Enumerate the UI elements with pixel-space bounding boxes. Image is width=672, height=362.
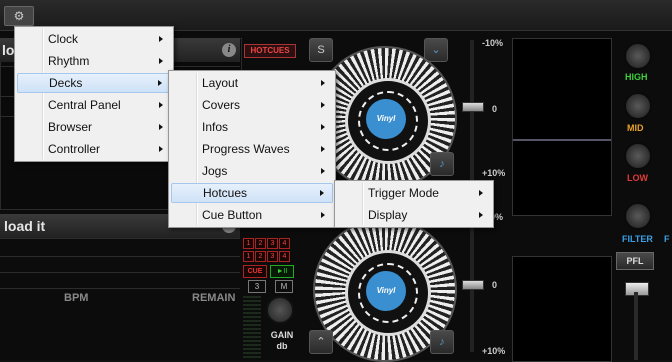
submenu-arrow-icon [479, 190, 483, 196]
page-3-button[interactable]: 3 [248, 280, 266, 293]
submenu-arrow-icon [159, 124, 163, 130]
menu-item-display[interactable]: Display [337, 205, 491, 225]
vinyl-label: Vinyl [366, 271, 406, 311]
divider [0, 256, 240, 257]
vinyl-label: Vinyl [366, 99, 406, 139]
pfl-button[interactable]: PFL [616, 252, 654, 270]
submenu-arrow-icon [159, 58, 163, 64]
eq-high-label: HIGH [625, 72, 648, 82]
divider [0, 272, 240, 273]
menu-item-decks[interactable]: Decks [17, 73, 171, 93]
submenu-arrow-icon [159, 146, 163, 152]
submenu-arrow-icon [159, 102, 163, 108]
filter-label: FILTER [622, 234, 653, 244]
filter-knob[interactable] [624, 202, 652, 230]
hotcue-button[interactable]: 2 [255, 251, 266, 262]
filter-label-2: F [664, 234, 670, 244]
pitch-zero-label: 0 [492, 104, 498, 114]
note-icon[interactable]: ♪ [430, 152, 454, 176]
hotcue-button[interactable]: 2 [255, 238, 266, 249]
submenu-arrow-icon [320, 190, 324, 196]
eq-high-knob[interactable] [624, 42, 652, 70]
play-pause-button[interactable]: ►II [270, 265, 294, 278]
submenu-arrow-icon [321, 80, 325, 86]
submenu-arrow-icon [321, 146, 325, 152]
menu-item-central-panel[interactable]: Central Panel [17, 95, 171, 115]
hotcue-button[interactable]: 4 [279, 238, 290, 249]
menu-item-layout[interactable]: Layout [171, 73, 333, 93]
pitch-slider-bottom[interactable] [462, 280, 484, 290]
gain-label: GAIN db [270, 330, 294, 351]
bpm-label: BPM [64, 292, 89, 304]
menu-item-progress-waves[interactable]: Progress Waves [171, 139, 333, 159]
menu-item-cue-button[interactable]: Cue Button [171, 205, 333, 225]
pitch-plus-label: +10% [482, 346, 506, 356]
waveform-top [512, 38, 612, 216]
menu-item-jogs[interactable]: Jogs [171, 161, 333, 181]
menu-item-clock[interactable]: Clock [17, 29, 171, 49]
pitch-plus-label: +10% [482, 168, 506, 178]
jog-center-bottom: Vinyl [345, 250, 431, 336]
submenu-arrow-icon [321, 168, 325, 174]
deck-down-button[interactable]: ⌄ [424, 38, 448, 62]
pitch-minus-label: -10% [482, 38, 504, 48]
submenu-arrow-icon [159, 36, 163, 42]
hotcue-button[interactable]: 3 [267, 238, 278, 249]
waveform-bottom [512, 256, 612, 362]
load-track-prompt: load it [4, 218, 46, 234]
submenu-arrow-icon [321, 212, 325, 218]
submenu-arrow-icon [479, 212, 483, 218]
hotcue-grid: 1 2 3 4 1 2 3 4 [243, 238, 293, 262]
track-title-top: lo [2, 42, 15, 58]
hotcue-button[interactable]: 3 [267, 251, 278, 262]
hotcue-button[interactable]: 1 [243, 251, 254, 262]
waveform-line [513, 139, 611, 141]
hotcue-button[interactable]: 4 [279, 251, 290, 262]
settings-menu: Clock Rhythm Decks Central Panel Browser… [14, 26, 174, 162]
eq-low-label: LOW [627, 173, 648, 183]
eq-mid-knob[interactable] [624, 92, 652, 120]
pitch-slider-top[interactable] [462, 102, 484, 112]
jog-center-top: Vinyl [345, 78, 431, 164]
menu-item-controller[interactable]: Controller [17, 139, 171, 159]
settings-gear-icon[interactable]: ⚙ [4, 6, 34, 26]
eq-mid-label: MID [627, 123, 644, 133]
menu-item-trigger-mode[interactable]: Trigger Mode [337, 183, 491, 203]
remain-label: REMAIN [192, 292, 236, 304]
pitch-zero-label: 0 [492, 280, 498, 290]
gain-knob[interactable] [266, 296, 294, 324]
eq-low-knob[interactable] [624, 142, 652, 170]
info-icon-top[interactable]: i [222, 43, 236, 57]
hotcue-button[interactable]: 1 [243, 238, 254, 249]
divider [0, 288, 240, 289]
menu-item-browser[interactable]: Browser [17, 117, 171, 137]
mode-m-button[interactable]: M [275, 280, 293, 293]
cue-button[interactable]: CUE [243, 265, 267, 278]
menu-item-rhythm[interactable]: Rhythm [17, 51, 171, 71]
level-meter [243, 296, 261, 360]
menu-item-infos[interactable]: Infos [171, 117, 333, 137]
sync-s-button[interactable]: S [309, 38, 333, 62]
fader-track [634, 292, 638, 360]
menu-item-hotcues[interactable]: Hotcues [171, 183, 333, 203]
pitch-track-top [470, 40, 474, 200]
submenu-arrow-icon [321, 124, 325, 130]
decks-submenu: Layout Covers Infos Progress Waves Jogs … [168, 70, 336, 228]
menu-item-covers[interactable]: Covers [171, 95, 333, 115]
divider [0, 238, 240, 239]
hotcues-label: HOTCUES [244, 44, 296, 58]
submenu-arrow-icon [158, 80, 162, 86]
hotcues-submenu: Trigger Mode Display [334, 180, 494, 228]
note-icon[interactable]: ♪ [430, 330, 454, 354]
submenu-arrow-icon [321, 102, 325, 108]
deck-up-button[interactable]: ⌃ [309, 330, 333, 354]
